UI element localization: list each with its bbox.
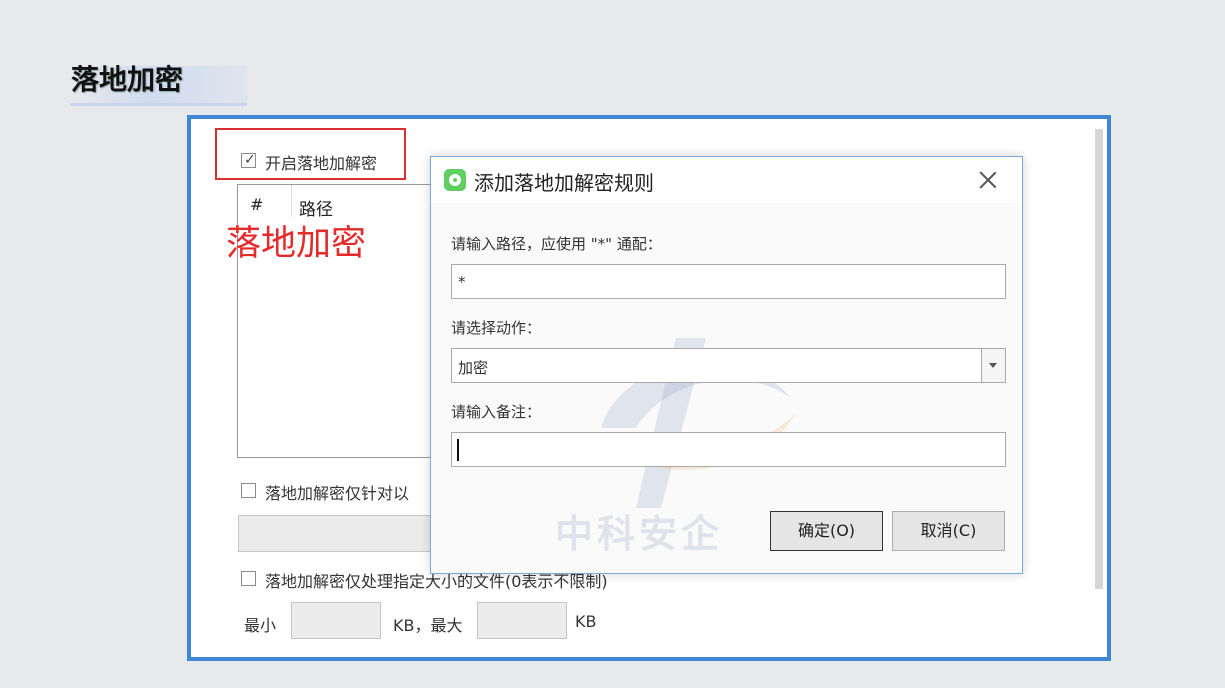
- screenshot-frame: ✓ 开启落地加解密 # 路径 落地加密 落地加解密仅针对以 落地加解密仅处理指定…: [187, 115, 1111, 661]
- enable-encryption-label: 开启落地加解密: [265, 154, 378, 173]
- path-label: 请输入路径，应使用 "*" 通配：: [451, 235, 662, 253]
- min-size-label: 最小: [244, 616, 277, 635]
- path-input-value: *: [458, 273, 466, 291]
- close-icon[interactable]: [976, 168, 1000, 192]
- add-rule-dialog: 添加落地加解密规则 中科安企 请输入路径，应使用 "*" 通配： * 请选择动作…: [430, 156, 1023, 574]
- note-label: 请输入备注：: [451, 403, 542, 421]
- column-header-index[interactable]: #: [250, 195, 263, 214]
- dialog-body: 中科安企 请输入路径，应使用 "*" 通配： * 请选择动作： 加密 请输入备注…: [431, 203, 1022, 573]
- kb-unit-label: KB: [575, 612, 597, 631]
- column-divider: [291, 185, 292, 217]
- note-input[interactable]: [451, 432, 1006, 467]
- text-cursor: [457, 439, 459, 461]
- max-size-input[interactable]: [477, 602, 567, 639]
- app-icon: [444, 169, 466, 191]
- cancel-button[interactable]: 取消(C): [892, 511, 1005, 551]
- chevron-down-icon[interactable]: [981, 349, 1005, 382]
- enable-encryption-checkbox[interactable]: ✓: [241, 151, 256, 168]
- annotation-label: 落地加密: [226, 224, 367, 264]
- option2-checkbox[interactable]: [241, 571, 256, 586]
- slide-title: 落地加密: [71, 63, 184, 96]
- action-label: 请选择动作：: [451, 319, 542, 337]
- ok-button[interactable]: 确定(O): [770, 511, 883, 551]
- check-icon: ✓: [244, 151, 256, 167]
- min-size-input[interactable]: [291, 602, 381, 639]
- scrollbar[interactable]: [1095, 129, 1103, 589]
- dialog-titlebar: 添加落地加解密规则: [431, 157, 1022, 203]
- option1-label: 落地加解密仅针对以: [265, 484, 410, 503]
- action-select-value: 加密: [458, 359, 489, 377]
- action-select[interactable]: 加密: [451, 348, 1006, 383]
- path-input[interactable]: *: [451, 264, 1006, 299]
- option1-checkbox[interactable]: [241, 483, 256, 498]
- max-size-label: KB，最大: [393, 616, 463, 635]
- dialog-title: 添加落地加解密规则: [474, 171, 654, 195]
- watermark-text: 中科安企: [555, 512, 724, 556]
